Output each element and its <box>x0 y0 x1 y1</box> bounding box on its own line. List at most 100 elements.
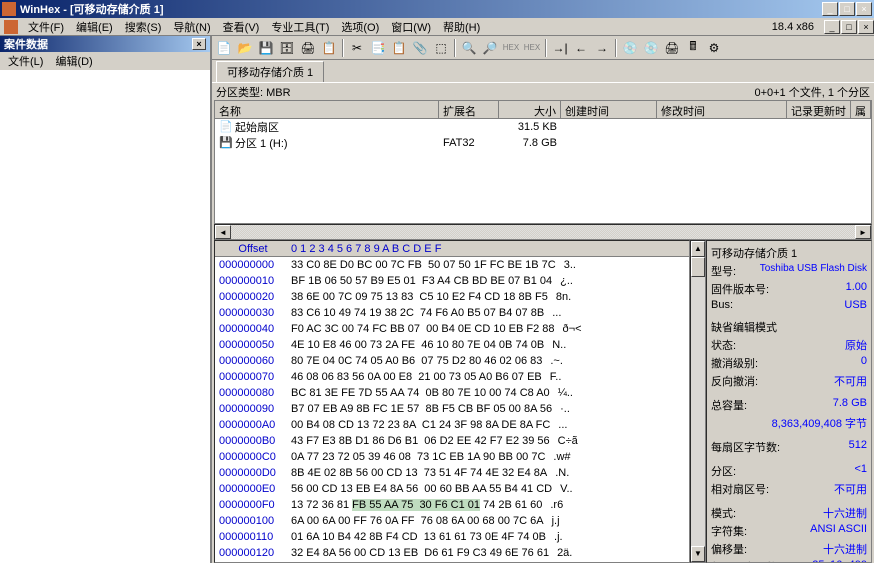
menu-file[interactable]: 文件(F) <box>22 18 70 36</box>
hex-offset: 000000100 <box>215 515 291 527</box>
vscroll-up-button[interactable]: ▲ <box>691 241 705 257</box>
hex-row[interactable]: 0000000F013 72 36 81 FB 55 AA 75 30 F6 C… <box>215 497 689 513</box>
hex-row[interactable]: 000000080BC 81 3E FE 7D 55 AA 74 0B 80 7… <box>215 385 689 401</box>
menu-options[interactable]: 选项(O) <box>335 18 385 36</box>
hex-offset: 000000020 <box>215 291 291 303</box>
row-size: 7.8 GB <box>499 137 561 149</box>
tab-removable-media[interactable]: 可移动存储介质 1 <box>216 61 324 82</box>
hex-offset: 0000000E0 <box>215 483 291 495</box>
vscroll-down-button[interactable]: ▼ <box>691 546 705 562</box>
document-tabs: 可移动存储介质 1 <box>212 60 874 82</box>
paste-icon[interactable]: 📋 <box>389 38 409 58</box>
hex-editor[interactable]: Offset 0 1 2 3 4 5 6 7 8 9 A B C D E F 0… <box>214 240 690 563</box>
new-file-icon[interactable]: 📄 <box>214 38 234 58</box>
hscroll-right-button[interactable]: ► <box>855 225 871 239</box>
maximize-button[interactable]: □ <box>839 2 855 16</box>
close-button[interactable]: × <box>856 2 872 16</box>
gear-icon[interactable]: ⚙ <box>704 38 724 58</box>
case-panel-close-button[interactable]: × <box>192 38 206 50</box>
properties-icon[interactable]: 📋 <box>319 38 339 58</box>
find-hex-icon[interactable]: 🔎 <box>480 38 500 58</box>
window-title: WinHex - [可移动存储介质 1] <box>20 1 822 17</box>
hex-row[interactable]: 000000040F0 AC 3C 00 74 FC BB 07 00 B4 0… <box>215 321 689 337</box>
menu-help[interactable]: 帮助(H) <box>437 18 486 36</box>
mdi-minimize-button[interactable]: _ <box>824 20 840 34</box>
col-attr[interactable]: 属性 <box>851 101 871 118</box>
hex-offset: 000000090 <box>215 403 291 415</box>
print-icon[interactable]: 🖨 <box>298 38 318 58</box>
vscroll-thumb[interactable] <box>691 257 705 277</box>
disk2-icon[interactable]: 💿 <box>641 38 661 58</box>
col-name[interactable]: 名称 <box>215 101 439 118</box>
hex-row[interactable]: 00000011001 6A 10 B4 42 8B F4 CD 13 61 6… <box>215 529 689 545</box>
partition-row[interactable]: 💾分区 1 (H:)FAT327.8 GB <box>215 135 871 151</box>
menu-tools[interactable]: 专业工具(T) <box>265 18 335 36</box>
open-folder-icon[interactable]: 📂 <box>235 38 255 58</box>
hex-row[interactable]: 0000001006A 00 6A 00 FF 76 0A FF 76 08 6… <box>215 513 689 529</box>
hex-ascii: N.. <box>544 339 566 351</box>
tool-icon[interactable]: 🖨 <box>662 38 682 58</box>
col-ctime[interactable]: 创建时间 <box>561 101 657 118</box>
hex-row[interactable]: 00000000033 C0 8E D0 BC 00 7C FB 50 07 5… <box>215 257 689 273</box>
hex-offset: 0000000D0 <box>215 467 291 479</box>
partition-row[interactable]: 📄起始扇区31.5 KB <box>215 119 871 135</box>
hex-row[interactable]: 0000000D08B 4E 02 8B 56 00 CD 13 73 51 4… <box>215 465 689 481</box>
case-menu-file[interactable]: 文件(L) <box>2 52 49 70</box>
goto-icon[interactable]: →| <box>550 38 570 58</box>
forward-icon[interactable]: → <box>592 38 612 58</box>
menu-search[interactable]: 搜索(S) <box>119 18 168 36</box>
hex-ascii: 3.. <box>556 259 576 271</box>
hex-row[interactable]: 000000090B7 07 EB A9 8B FC 1E 57 8B F5 C… <box>215 401 689 417</box>
menu-view[interactable]: 查看(V) <box>217 18 266 36</box>
menu-nav[interactable]: 导航(N) <box>167 18 216 36</box>
partition-hscrollbar[interactable]: ◄ ► <box>214 224 872 240</box>
version-label: 18.4 x86 <box>772 21 820 33</box>
hex-vscrollbar[interactable]: ▲ ▼ <box>690 240 706 563</box>
hex-ascii: .j. <box>546 531 563 543</box>
minimize-button[interactable]: _ <box>822 2 838 16</box>
app-icon <box>2 2 16 16</box>
hex-label2-icon[interactable]: HEX <box>522 38 542 58</box>
back-icon[interactable]: ← <box>571 38 591 58</box>
hex-row[interactable]: 0000000B043 F7 E3 8B D1 86 D6 B1 06 D2 E… <box>215 433 689 449</box>
hex-row[interactable]: 0000000E056 00 CD 13 EB E4 8A 56 00 60 B… <box>215 481 689 497</box>
hex-row[interactable]: 00000007046 08 06 83 56 0A 00 E8 21 00 7… <box>215 369 689 385</box>
cut-icon[interactable]: ✂ <box>347 38 367 58</box>
hscroll-left-button[interactable]: ◄ <box>215 225 231 239</box>
mdi-close-button[interactable]: × <box>858 20 874 34</box>
hex-ascii: ... <box>544 307 561 319</box>
save-icon[interactable]: 💾 <box>256 38 276 58</box>
hex-label-icon[interactable]: HEX <box>501 38 521 58</box>
hex-row[interactable]: 0000000C00A 77 23 72 05 39 46 08 73 1C E… <box>215 449 689 465</box>
hex-offset: 000000120 <box>215 547 291 559</box>
hex-icon[interactable]: ⬚ <box>431 38 451 58</box>
hex-row[interactable]: 00000006080 7E 04 0C 74 05 A0 B6 07 75 D… <box>215 353 689 369</box>
row-ext: FAT32 <box>439 137 499 149</box>
hex-row[interactable]: 00000003083 C6 10 49 74 19 38 2C 74 F6 A… <box>215 305 689 321</box>
hex-row[interactable]: 00000002038 6E 00 7C 09 75 13 83 C5 10 E… <box>215 289 689 305</box>
find-icon[interactable]: 🔍 <box>459 38 479 58</box>
hex-row[interactable]: 0000000504E 10 E8 46 00 73 2A FE 46 10 8… <box>215 337 689 353</box>
menu-edit[interactable]: 编辑(E) <box>70 18 119 36</box>
case-tree[interactable] <box>0 70 210 563</box>
disk-icon[interactable]: 💿 <box>620 38 640 58</box>
col-size[interactable]: 大小 <box>499 101 561 118</box>
save-all-icon[interactable]: 🗄 <box>277 38 297 58</box>
case-menu-edit[interactable]: 编辑(D) <box>49 52 98 70</box>
calc-icon[interactable]: 🖩 <box>683 38 703 58</box>
col-ext[interactable]: 扩展名 <box>439 101 499 118</box>
hex-ascii: .~. <box>542 355 563 367</box>
mdi-maximize-button[interactable]: □ <box>841 20 857 34</box>
menu-window[interactable]: 窗口(W) <box>385 18 437 36</box>
hex-ascii: ¼.. <box>550 387 573 399</box>
row-name: 分区 1 (H:) <box>235 135 288 151</box>
col-atime[interactable]: 记录更新时间 <box>787 101 851 118</box>
file-count-label: 0+0+1 个文件, 1 个分区 <box>754 84 870 100</box>
hex-ascii: F.. <box>542 371 562 383</box>
clipboard-icon[interactable]: 📎 <box>410 38 430 58</box>
col-mtime[interactable]: 修改时间 <box>657 101 787 118</box>
hex-row[interactable]: 0000000A000 B4 08 CD 13 72 23 8A C1 24 3… <box>215 417 689 433</box>
hex-row[interactable]: 00000012032 E4 8A 56 00 CD 13 EB D6 61 F… <box>215 545 689 561</box>
hex-row[interactable]: 000000010BF 1B 06 50 57 B9 E5 01 F3 A4 C… <box>215 273 689 289</box>
copy-icon[interactable]: 📑 <box>368 38 388 58</box>
